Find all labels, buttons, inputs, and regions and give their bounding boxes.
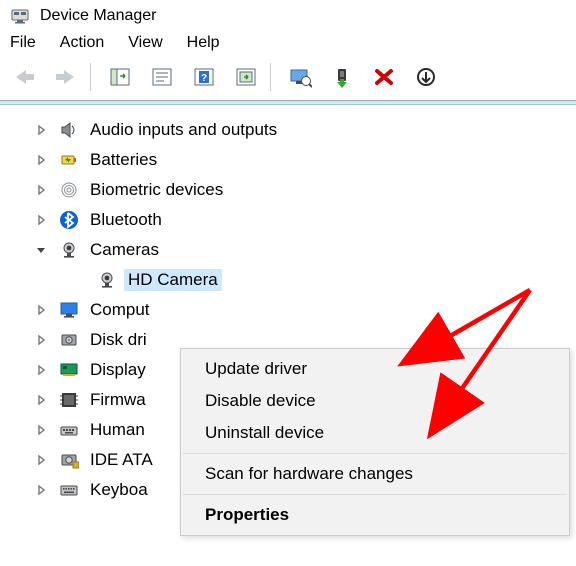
update-driver-button[interactable] bbox=[280, 60, 320, 94]
tree-node-label: IDE ATA bbox=[86, 449, 157, 471]
svg-text:?: ? bbox=[201, 73, 207, 84]
tree-node[interactable]: Audio inputs and outputs bbox=[0, 115, 576, 145]
enable-device-button[interactable] bbox=[322, 60, 362, 94]
display-adapter-icon bbox=[58, 359, 80, 381]
tree-node[interactable]: Comput bbox=[0, 295, 576, 325]
back-button bbox=[4, 60, 44, 94]
tree-node-label: Cameras bbox=[86, 239, 163, 261]
toolbar: ? bbox=[0, 58, 576, 101]
tree-node-label: Bluetooth bbox=[86, 209, 166, 231]
tree-node-label: Disk dri bbox=[86, 329, 151, 351]
tree-node-label: Human bbox=[86, 419, 149, 441]
speaker-icon bbox=[58, 119, 80, 141]
tree-node[interactable]: Biometric devices bbox=[0, 175, 576, 205]
menubar: File Action View Help bbox=[0, 28, 576, 58]
disable-device-button[interactable] bbox=[406, 60, 446, 94]
battery-icon bbox=[58, 149, 80, 171]
uninstall-device-button[interactable] bbox=[364, 60, 404, 94]
expander-closed-icon[interactable] bbox=[36, 185, 52, 195]
expander-closed-icon[interactable] bbox=[36, 305, 52, 315]
help-button[interactable]: ? bbox=[184, 60, 224, 94]
disk-icon bbox=[58, 329, 80, 351]
menu-help[interactable]: Help bbox=[187, 34, 220, 52]
menu-action[interactable]: Action bbox=[60, 34, 104, 52]
tree-node-label: Comput bbox=[86, 299, 154, 321]
tree-node-label: Display bbox=[86, 359, 150, 381]
menu-file[interactable]: File bbox=[10, 34, 36, 52]
context-menu-item[interactable]: Update driver bbox=[181, 353, 569, 385]
tree-node-label: HD Camera bbox=[124, 269, 222, 291]
device-manager-icon bbox=[10, 6, 30, 26]
tree-node-label: Firmwa bbox=[86, 389, 150, 411]
tree-node-label: Audio inputs and outputs bbox=[86, 119, 281, 141]
expander-closed-icon[interactable] bbox=[36, 155, 52, 165]
context-menu-separator bbox=[183, 453, 567, 454]
context-menu-separator bbox=[183, 494, 567, 495]
titlebar: Device Manager bbox=[0, 0, 576, 28]
tree-node-label: Keyboa bbox=[86, 479, 152, 501]
hid-icon bbox=[58, 419, 80, 441]
bluetooth-icon bbox=[58, 209, 80, 231]
firmware-icon bbox=[58, 389, 80, 411]
scan-hardware-button[interactable] bbox=[226, 60, 266, 94]
expander-closed-icon[interactable] bbox=[36, 425, 52, 435]
context-menu-item[interactable]: Scan for hardware changes bbox=[181, 458, 569, 490]
expander-closed-icon[interactable] bbox=[36, 395, 52, 405]
expander-closed-icon[interactable] bbox=[36, 215, 52, 225]
window-title: Device Manager bbox=[40, 7, 157, 25]
fingerprint-icon bbox=[58, 179, 80, 201]
monitor-icon bbox=[58, 299, 80, 321]
expander-closed-icon[interactable] bbox=[36, 335, 52, 345]
context-menu-item[interactable]: Uninstall device bbox=[181, 417, 569, 449]
context-menu-item[interactable]: Disable device bbox=[181, 385, 569, 417]
forward-button bbox=[46, 60, 86, 94]
properties-button[interactable] bbox=[142, 60, 182, 94]
toolbar-separator bbox=[270, 63, 276, 91]
expander-closed-icon[interactable] bbox=[36, 455, 52, 465]
tree-node-label: Biometric devices bbox=[86, 179, 227, 201]
tree-node[interactable]: Batteries bbox=[0, 145, 576, 175]
menu-view[interactable]: View bbox=[128, 34, 162, 52]
tree-node-child[interactable]: HD Camera bbox=[0, 265, 576, 295]
expander-closed-icon[interactable] bbox=[36, 365, 52, 375]
camera-icon bbox=[58, 239, 80, 261]
show-hidden-button[interactable] bbox=[100, 60, 140, 94]
expander-closed-icon[interactable] bbox=[36, 125, 52, 135]
keyboard-icon bbox=[58, 479, 80, 501]
expander-closed-icon[interactable] bbox=[36, 485, 52, 495]
tree-node-label: Batteries bbox=[86, 149, 161, 171]
toolbar-separator bbox=[90, 63, 96, 91]
tree-node[interactable]: Cameras bbox=[0, 235, 576, 265]
context-menu: Update driverDisable deviceUninstall dev… bbox=[180, 348, 570, 536]
context-menu-item[interactable]: Properties bbox=[181, 499, 569, 531]
camera-icon bbox=[96, 269, 118, 291]
ide-icon bbox=[58, 449, 80, 471]
tree-node[interactable]: Bluetooth bbox=[0, 205, 576, 235]
expander-open-icon[interactable] bbox=[36, 245, 52, 255]
